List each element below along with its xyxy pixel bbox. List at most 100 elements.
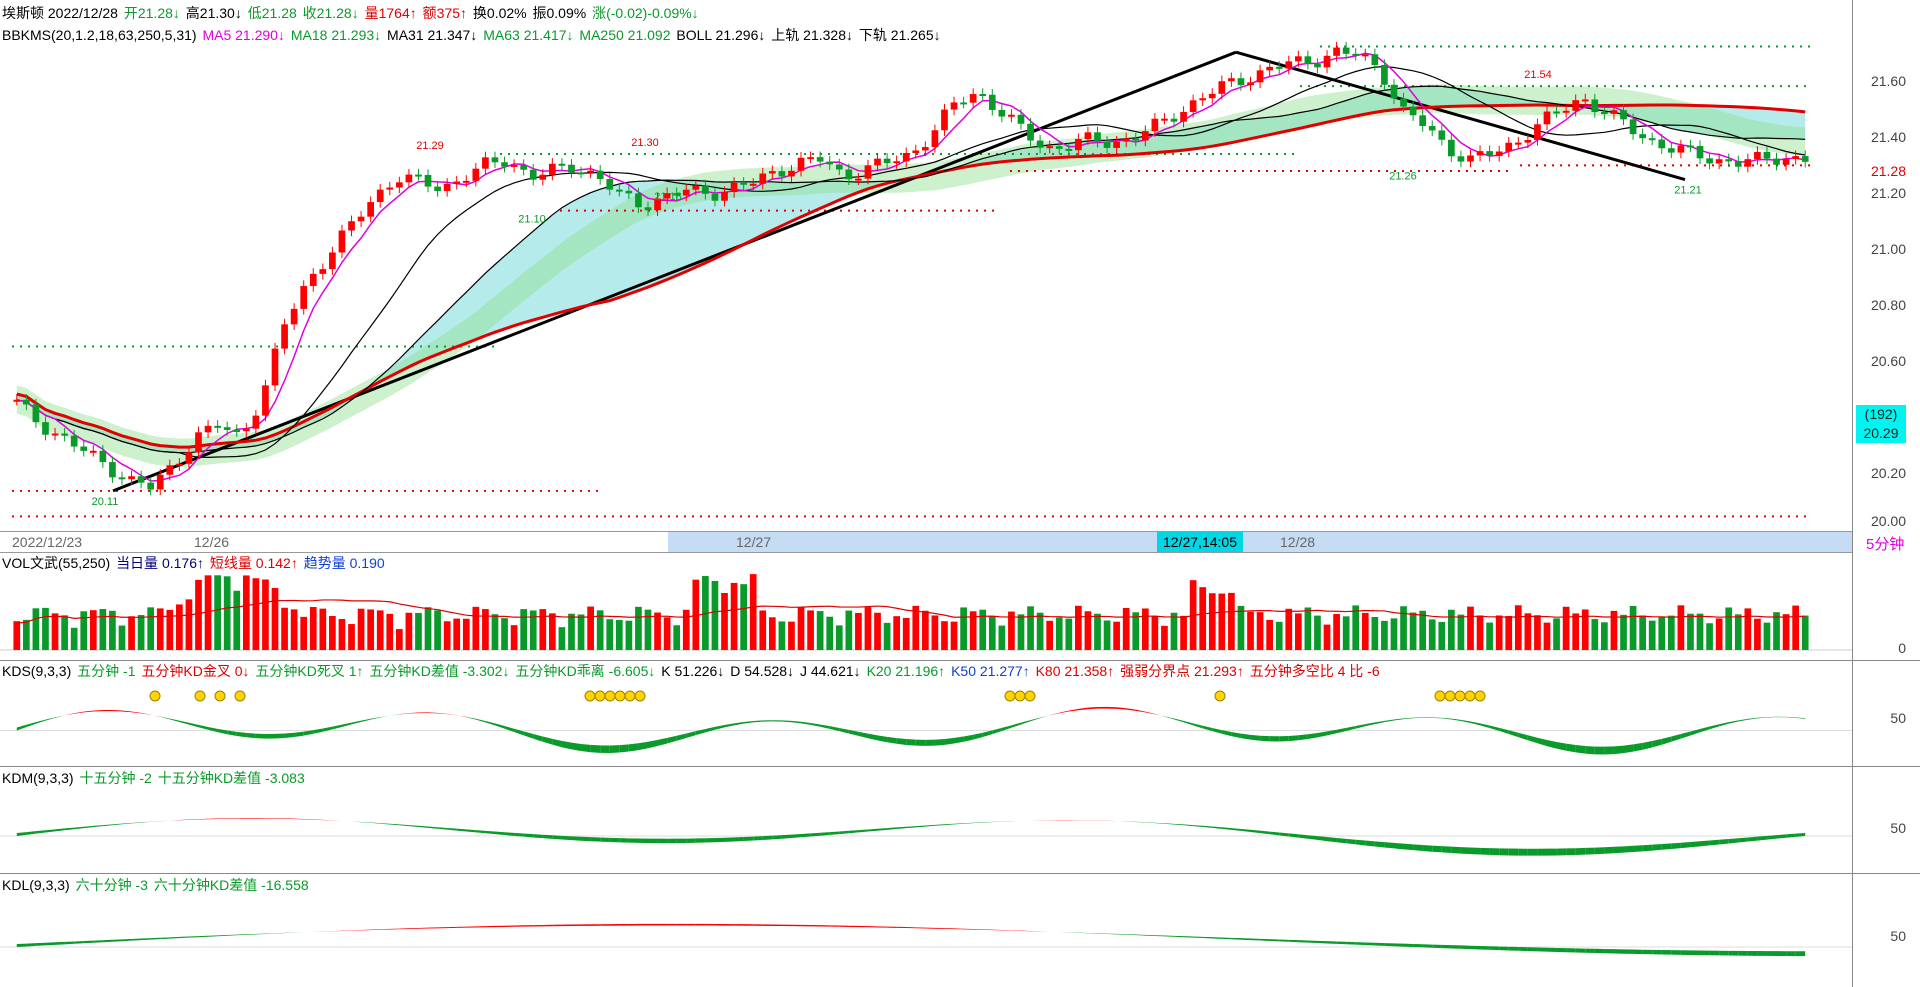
signal-dot (234, 690, 246, 702)
kdl-band (1518, 947, 1528, 952)
kdl-band (1795, 951, 1806, 957)
candle-body (443, 183, 451, 191)
kds-band (121, 710, 132, 713)
kds-band (810, 722, 821, 727)
volume-bar (156, 608, 164, 650)
stock-chart[interactable]: 20.11 21.29 21.10 21.30 21.18 21.54 21.26 21.21 (0, 0, 1920, 987)
kds-band (1719, 722, 1729, 727)
kdm-band (906, 826, 916, 829)
volume-bar (1476, 615, 1484, 650)
volume-bar (1572, 613, 1580, 650)
kdm-name[interactable]: KDM(9,3,3) (2, 770, 74, 786)
volume-bar (797, 607, 805, 650)
volume-bar (1342, 616, 1350, 650)
kdl-band (1633, 949, 1643, 955)
kds-band (1537, 737, 1547, 747)
vol-name[interactable]: VOL文武(55,250) (2, 555, 110, 571)
kds-band (1480, 723, 1490, 728)
volume-bar (128, 616, 135, 650)
candle-body (1132, 138, 1140, 141)
kdl-band (1336, 941, 1347, 945)
kds-band (820, 724, 830, 729)
kds-band (896, 738, 907, 745)
candle-body (1180, 111, 1187, 122)
volume-bar (1036, 612, 1044, 650)
kdm-band (1250, 829, 1261, 834)
volume-bar (1065, 618, 1073, 650)
candle-body (1151, 118, 1159, 132)
candle-body (692, 185, 700, 190)
kdm-b: 十五分钟KD差值 -3.083 (157, 770, 305, 786)
kdl-band (934, 927, 945, 929)
candle-body (845, 169, 853, 180)
kds-band (1594, 746, 1605, 755)
candle-body (644, 207, 652, 211)
time-axis[interactable]: 2022/12/23 12/26 12/27 12/28 12/27,14:05 (0, 531, 1852, 553)
kds-k20: K20 21.196↑ (866, 663, 946, 679)
kds-band (188, 722, 199, 728)
volume-bar (462, 618, 470, 650)
volume-bar (1706, 623, 1713, 650)
volume-bar (89, 610, 97, 650)
period-label[interactable]: 5分钟 (1866, 533, 1904, 554)
kdl-band (55, 941, 65, 945)
time-label-d3: 12/27 (736, 534, 772, 550)
kds-j: J 44.621↓ (799, 663, 861, 679)
kdl-band (1269, 939, 1280, 942)
kdm-band (676, 838, 687, 844)
volume-bar (147, 607, 155, 650)
candle-body (1304, 56, 1312, 64)
kdm-band (361, 821, 371, 823)
volume-bar (1591, 619, 1599, 650)
kds-tick: 50 (1890, 710, 1906, 726)
kdm-band (294, 818, 304, 820)
kdm-band (1719, 838, 1729, 845)
kds-band (1460, 719, 1471, 723)
signal-dot (1434, 690, 1446, 702)
kdl-band (714, 923, 725, 926)
kds-band (1068, 708, 1079, 712)
kds-band (1240, 733, 1251, 740)
candle-body (22, 399, 30, 405)
kdl-band (657, 923, 668, 926)
kds-band (915, 739, 926, 746)
kds-band (1260, 735, 1270, 742)
candle-body (1266, 66, 1273, 71)
kdl-name[interactable]: KDL(9,3,3) (2, 877, 70, 893)
kds-band (734, 722, 744, 726)
kdl-header: KDL(9,3,3) 六十分钟 -3 六十分钟KD差值 -16.558 (2, 876, 311, 894)
divider-kdm-kdl (0, 873, 1920, 874)
kds-band (1145, 711, 1155, 715)
volume-bar (1371, 616, 1379, 650)
kdm-band (1374, 841, 1385, 848)
candle-body (902, 153, 910, 162)
kds-name[interactable]: KDS(9,3,3) (2, 663, 71, 679)
kdl-band (1355, 942, 1366, 946)
candle-body (1505, 142, 1513, 152)
price-annotation: 21.54 (1524, 69, 1552, 81)
kdl-band (1451, 945, 1461, 949)
kds-band (1738, 718, 1748, 722)
kds-band (456, 715, 467, 718)
kdl-band (141, 938, 151, 941)
volume-bar (682, 609, 690, 650)
candle-body (587, 170, 594, 173)
kdl-band (1585, 948, 1595, 953)
kdm-band (418, 825, 429, 828)
kdm-band (74, 826, 84, 830)
candle-body (1294, 56, 1302, 62)
volume-bar (1601, 622, 1608, 650)
kds-band (26, 722, 36, 728)
candle-body (721, 192, 728, 201)
kds-band (83, 710, 94, 713)
kdm-band (1317, 836, 1328, 842)
candle-body (118, 477, 126, 480)
volume-bar (730, 582, 738, 650)
kdl-band (801, 924, 811, 927)
ma63-line (16, 103, 1806, 449)
kdm-band (131, 822, 142, 824)
kdl-band (1671, 950, 1681, 955)
kdm-band (1680, 841, 1691, 849)
kds-band (1393, 718, 1404, 721)
kdl-band (676, 923, 687, 926)
